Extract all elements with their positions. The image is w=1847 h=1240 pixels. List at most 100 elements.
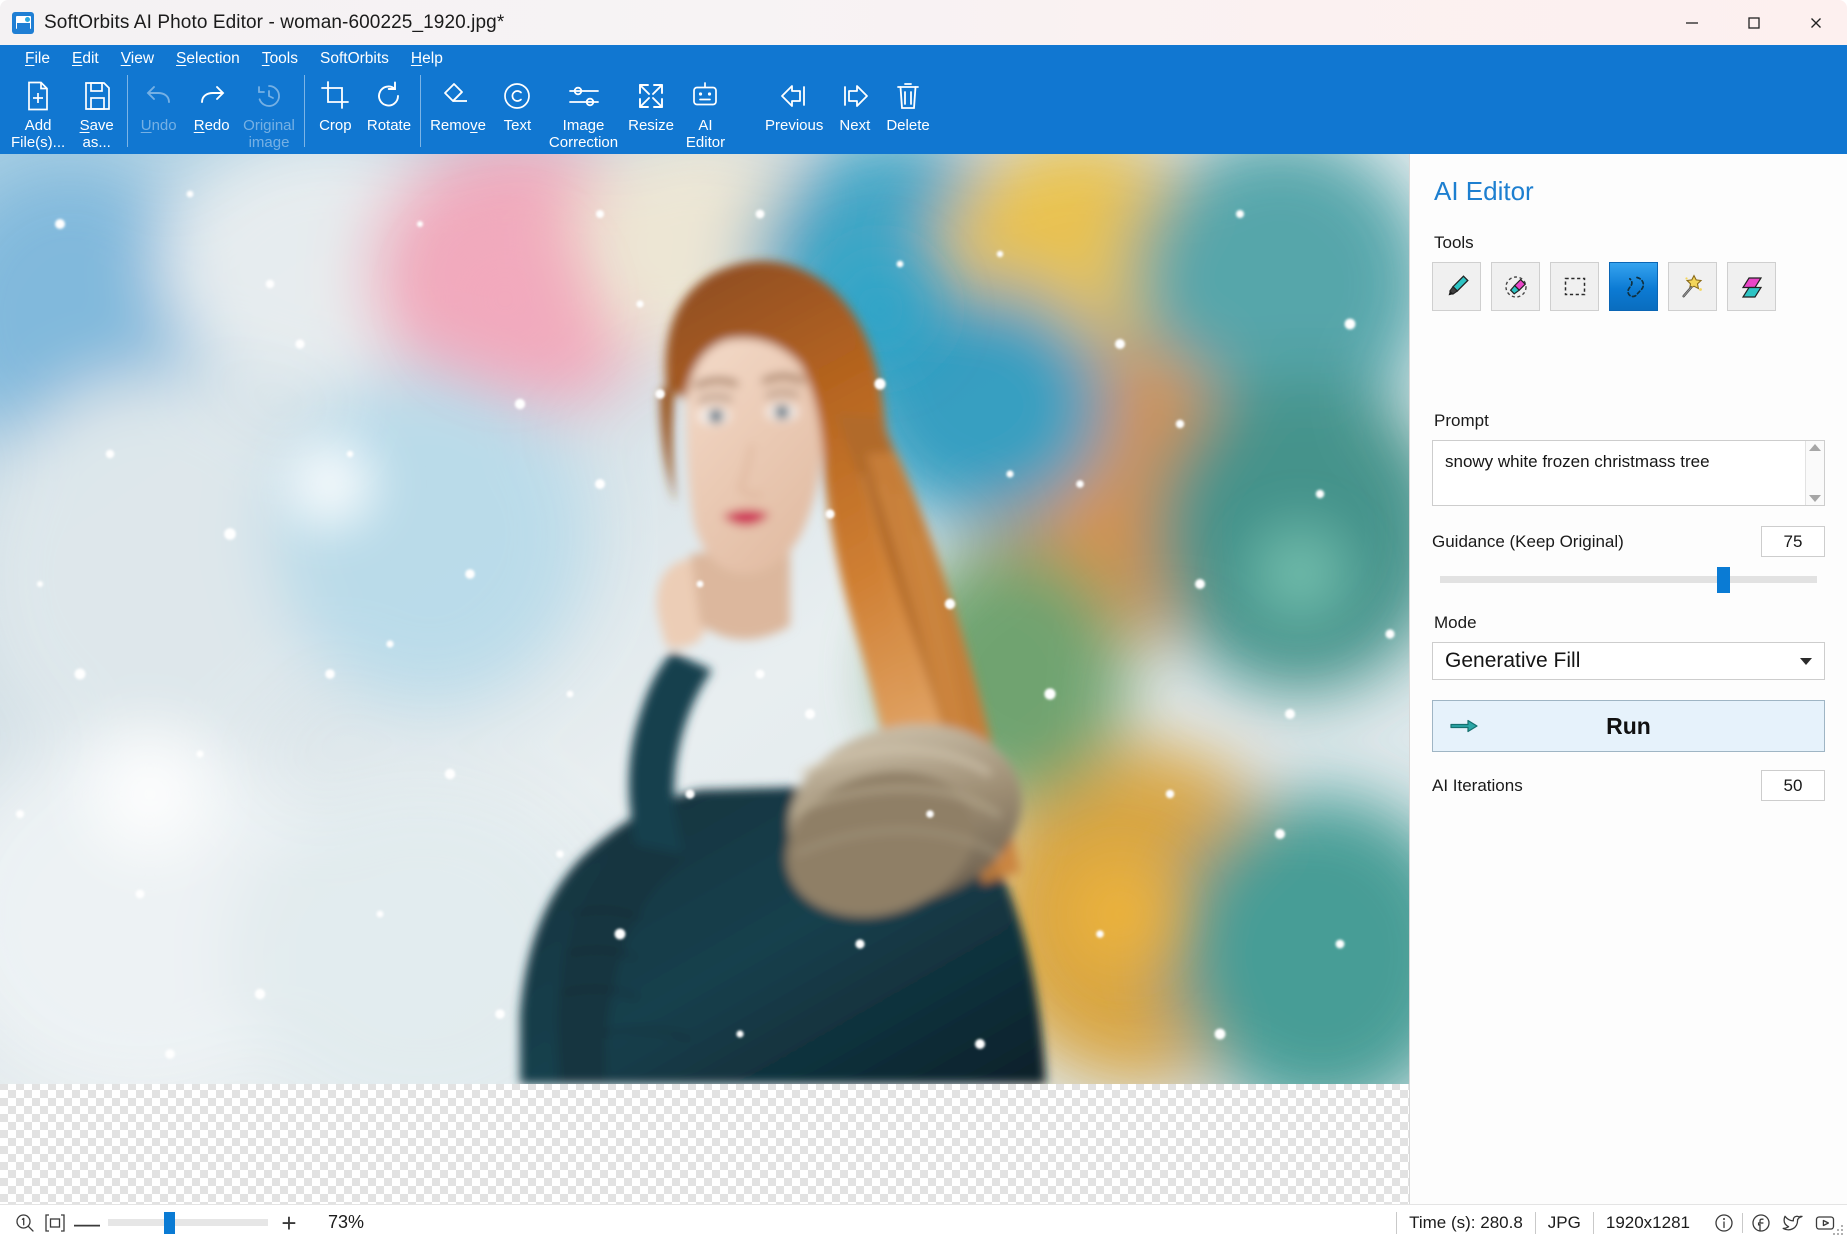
marquee-icon [1562,274,1588,300]
prompt-scrollbar[interactable] [1805,441,1824,505]
guidance-slider-thumb[interactable] [1716,567,1730,593]
next-button[interactable]: Next [828,72,881,154]
remove-label: Remove [430,117,486,134]
rectangle-select-tool[interactable] [1550,262,1599,311]
mode-selected-value: Generative Fill [1445,649,1581,672]
panel-title: AI Editor [1434,176,1534,206]
crop-button[interactable]: Crop [309,72,362,154]
prompt-field[interactable]: snowy white frozen christmass tree [1432,440,1825,506]
delete-button[interactable]: Delete [881,72,934,154]
mode-select[interactable]: Generative Fill [1432,642,1825,680]
zoom-slider[interactable] [108,1210,268,1236]
workspace: AI Editor Tools Prompt snowy white froze… [0,154,1847,1204]
window-resize-grip[interactable] [1832,1225,1844,1237]
remove-button[interactable]: Remove [425,72,491,154]
zoom-1to1-icon[interactable] [10,1213,40,1233]
status-time: Time (s): 280.8 [1396,1211,1535,1234]
info-icon[interactable] [1708,1213,1740,1233]
application-window: SoftOrbits AI Photo Editor - woman-60022… [0,0,1847,1240]
original-image-button[interactable]: Original image [238,72,300,154]
redo-label: Redo [193,117,230,134]
undo-icon [142,79,176,113]
resize-label: Resize [628,117,674,134]
brush-tool[interactable] [1432,262,1481,311]
status-bar: — + 73% Time (s): 280.8 JPG 1920x1281 [0,1204,1847,1240]
fit-to-window-icon[interactable] [40,1213,70,1233]
lasso-icon [1620,273,1648,301]
menu-edit[interactable]: Edit [61,45,110,72]
resize-button[interactable]: Resize [623,72,679,154]
iterations-row: AI Iterations 50 [1432,770,1825,801]
rotate-label: Rotate [366,117,412,134]
facebook-icon[interactable] [1745,1213,1777,1233]
status-format: JPG [1534,1211,1593,1234]
close-icon[interactable] [1785,0,1847,45]
redo-icon [195,79,229,113]
eraser-tool[interactable] [1491,262,1540,311]
minimize-icon[interactable] [1661,0,1723,45]
iterations-value-input[interactable]: 50 [1761,770,1825,801]
menu-file[interactable]: File [14,45,61,72]
ai-editor-panel: AI Editor Tools Prompt snowy white froze… [1410,154,1847,1204]
chevron-down-icon[interactable] [1800,657,1812,665]
save-as-label: Save as... [79,117,114,151]
tools-label: Tools [1434,233,1474,252]
arrow-left-icon [778,79,810,113]
crop-icon [320,79,350,113]
prompt-value[interactable]: snowy white frozen christmass tree [1433,441,1805,505]
run-button[interactable]: Run [1432,700,1825,752]
arrow-right-icon [839,79,871,113]
zoom-in-button[interactable]: + [272,1210,306,1236]
history-icon [253,79,285,113]
zoom-slider-track [108,1218,268,1226]
maximize-icon[interactable] [1723,0,1785,45]
toolbar-separator-3 [420,75,422,147]
menu-selection[interactable]: Selection [165,45,251,72]
undo-label: Undo [140,117,177,134]
eraser-icon [442,79,474,113]
trash-icon [895,79,921,113]
photo-preview [0,154,1409,1084]
tools-row [1432,262,1825,311]
text-button[interactable]: Text [491,72,544,154]
main-toolbar: Add File(s)... Save as... Undo Redo Orig… [0,72,1847,154]
rotate-icon [373,79,405,113]
toolbar-group-file: Add File(s)... Save as... [6,72,123,154]
guidance-row: Guidance (Keep Original) 75 [1432,526,1825,557]
add-files-label: Add File(s)... [11,117,66,151]
add-file-icon [23,79,53,113]
menu-view[interactable]: View [110,45,165,72]
robot-icon [690,79,720,113]
lasso-select-tool[interactable] [1609,262,1658,311]
twitter-icon[interactable] [1777,1213,1809,1233]
toolbar-separator-1 [127,75,129,147]
iterations-label: AI Iterations [1432,775,1523,795]
photo-image [0,154,1409,1084]
scroll-down-icon[interactable] [1809,495,1821,502]
menu-tools[interactable]: Tools [251,45,309,72]
run-label: Run [1606,712,1651,739]
scroll-up-icon[interactable] [1809,444,1821,451]
rotate-button[interactable]: Rotate [362,72,416,154]
previous-label: Previous [764,117,824,134]
guidance-slider[interactable] [1440,567,1817,593]
previous-button[interactable]: Previous [760,72,828,154]
zoom-out-button[interactable]: — [70,1210,104,1236]
guidance-value-input[interactable]: 75 [1761,526,1825,557]
menu-help[interactable]: Help [400,45,454,72]
save-as-button[interactable]: Save as... [70,72,123,154]
parallelogram-icon [1738,273,1766,301]
menu-softorbits[interactable]: SoftOrbits [309,45,400,72]
add-files-button[interactable]: Add File(s)... [6,72,70,154]
status-separator [1742,1212,1743,1233]
photo-editor-app-icon [12,11,34,34]
image-canvas[interactable] [0,154,1410,1204]
magic-wand-tool[interactable] [1668,262,1717,311]
undo-button[interactable]: Undo [132,72,185,154]
status-right-group: Time (s): 280.8 JPG 1920x1281 [1396,1205,1841,1240]
zoom-slider-thumb[interactable] [163,1211,175,1234]
transform-tool[interactable] [1727,262,1776,311]
image-correction-button[interactable]: Image Correction [544,72,623,154]
ai-editor-button[interactable]: AI Editor [679,72,732,154]
redo-button[interactable]: Redo [185,72,238,154]
